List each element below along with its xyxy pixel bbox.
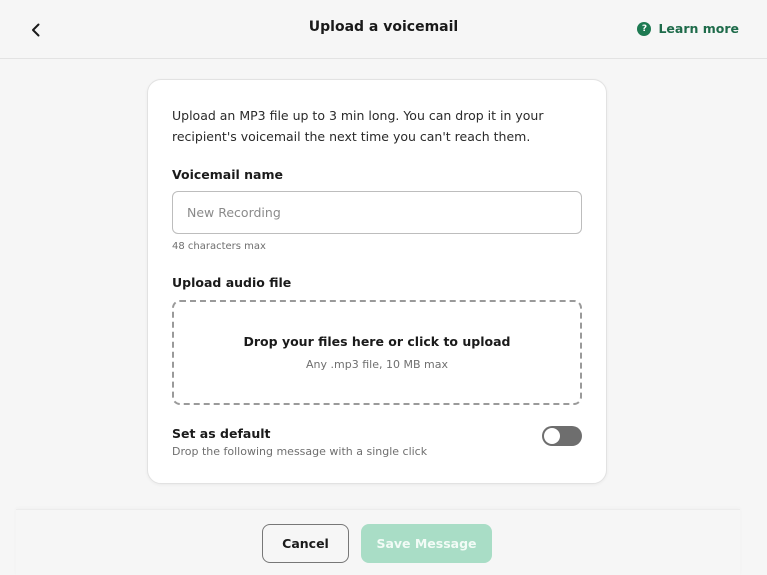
- save-message-button[interactable]: Save Message: [361, 524, 492, 563]
- upload-audio-label: Upload audio file: [172, 275, 292, 290]
- question-circle-icon: ?: [637, 21, 652, 36]
- upload-voicemail-page: Upload a voicemail ? Learn more Upload a…: [0, 0, 767, 575]
- toggle-knob: [544, 428, 560, 444]
- intro-text: Upload an MP3 file up to 3 min long. You…: [172, 108, 544, 144]
- set-default-toggle[interactable]: [542, 426, 582, 446]
- voicemail-name-input[interactable]: [172, 191, 582, 234]
- voicemail-form-card: Upload an MP3 file up to 3 min long. You…: [147, 79, 607, 484]
- footer-actions: Cancel Save Message: [16, 509, 740, 575]
- learn-more-label: Learn more: [658, 21, 739, 36]
- header: Upload a voicemail ? Learn more: [0, 0, 767, 59]
- cancel-button[interactable]: Cancel: [262, 524, 349, 563]
- dropzone-subtitle: Any .mp3 file, 10 MB max: [306, 358, 448, 371]
- dropzone-title: Drop your files here or click to upload: [243, 334, 511, 349]
- voicemail-name-hint: 48 characters max: [172, 241, 266, 252]
- learn-more-link[interactable]: ? Learn more: [637, 21, 739, 36]
- voicemail-name-label: Voicemail name: [172, 167, 283, 182]
- set-default-description: Drop the following message with a single…: [172, 445, 428, 458]
- audio-dropzone[interactable]: Drop your files here or click to upload …: [172, 300, 582, 405]
- set-default-title: Set as default: [172, 426, 271, 441]
